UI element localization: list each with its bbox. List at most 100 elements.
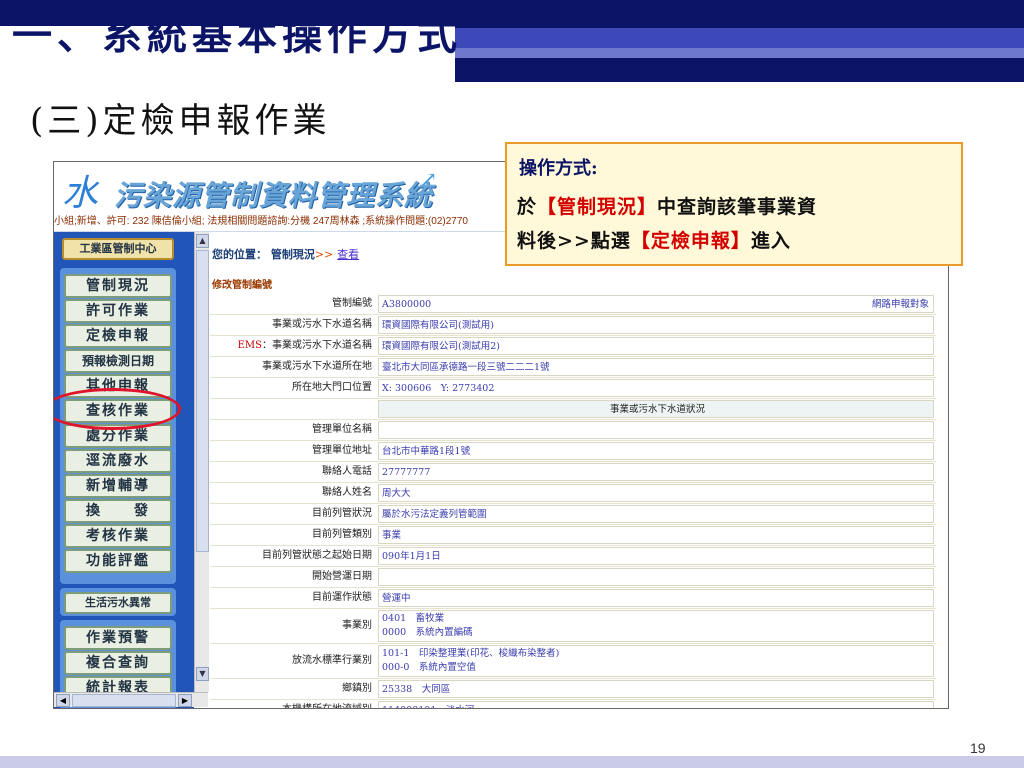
field-label: 目前列管狀態之起始日期 bbox=[262, 550, 372, 561]
field-value: 090年1月1日 bbox=[378, 547, 934, 565]
content-panel: 您的位置： 管制現況>> 查看 修改管制編號 管制編號 A3800000 網路申報… bbox=[210, 232, 948, 708]
callout-heading: 操作方式: bbox=[519, 158, 598, 179]
instruction-callout: 操作方式: 於【管制現況】中查詢該筆事業資 料後>>點選【定檢申報】進入 bbox=[505, 142, 963, 266]
menu-item-function-evaluation[interactable]: 功能評鑑 bbox=[64, 549, 172, 573]
scroll-right-arrow-icon[interactable]: ▶ bbox=[178, 694, 192, 707]
field-label: 開始營運日期 bbox=[312, 571, 372, 582]
menu-item-new-guidance[interactable]: 新增輔導 bbox=[64, 474, 172, 498]
field-label: 事業別 bbox=[342, 620, 372, 631]
field-value: X: 300606 Y: 2773402 bbox=[378, 379, 934, 397]
breadcrumb-separator: >> bbox=[314, 248, 334, 261]
table-row: 事業或污水下水道所在地 臺北市大同區承德路一段三號二二二1號 bbox=[210, 357, 936, 378]
arrow-logo-icon: ↗ bbox=[419, 168, 438, 193]
slide-header-band bbox=[455, 28, 1024, 48]
menu-industrial-zone-center-button[interactable]: 工業區管制中心 bbox=[62, 238, 174, 260]
field-label: 管制編號 bbox=[332, 298, 372, 309]
field-value: 114000101 淡水河 bbox=[378, 701, 934, 708]
field-label: 管理單位地址 bbox=[312, 445, 372, 456]
table-row: 聯絡人電話 27777777 bbox=[210, 462, 936, 483]
table-row: 目前運作狀態 營運中 bbox=[210, 588, 936, 609]
left-menu: 工業區管制中心 管制現況 許可作業 定檢申報 預報檢測日期 其他申報 查核作業 … bbox=[54, 232, 194, 708]
table-row: 放流水標準行業別 101-1 印染整理業(印花、梭織布染整者) 000-0 系統… bbox=[210, 644, 936, 679]
field-label: 目前列管狀況 bbox=[312, 508, 372, 519]
menu-item-runoff-wastewater[interactable]: 逕流廢水 bbox=[64, 449, 172, 473]
menu-item-sewage-anomaly[interactable]: 生活污水異常 bbox=[64, 592, 172, 614]
field-label: 目前運作狀態 bbox=[312, 592, 372, 603]
callout-line-1: 於【管制現況】中查詢該筆事業資 bbox=[517, 196, 818, 218]
breadcrumb-label: 您的位置： bbox=[212, 248, 267, 261]
table-row: 鄉鎮別 25338 大同區 bbox=[210, 679, 936, 700]
menu-item-compound-query[interactable]: 複合查詢 bbox=[64, 651, 172, 675]
menu-item-permit[interactable]: 許可作業 bbox=[64, 299, 172, 323]
table-row: EMS：事業或污水下水道名稱 環資國際有限公司(測試用2) bbox=[210, 336, 936, 357]
table-row: 開始營運日期 bbox=[210, 567, 936, 588]
field-value: 101-1 印染整理業(印花、梭織布染整者) 000-0 系統內置空值 bbox=[378, 645, 934, 677]
menu-item-operation-warning[interactable]: 作業預警 bbox=[64, 626, 172, 650]
table-row: 事業別 0401 畜牧業 0000 系統內置編碼 bbox=[210, 609, 936, 644]
detail-table: 管制編號 A3800000 網路申報對象 事業或污水下水道名稱 環資國際有限公司(… bbox=[210, 294, 936, 708]
scroll-left-arrow-icon[interactable]: ◀ bbox=[56, 694, 70, 707]
field-value: 環資國際有限公司(測試用2) bbox=[378, 337, 934, 355]
section-header-text: 事業或污水下水道狀況 bbox=[378, 400, 934, 418]
field-label: EMS：事業或污水下水道名稱 bbox=[237, 340, 372, 351]
menu-item-forecast-test-date[interactable]: 預報檢測日期 bbox=[64, 349, 172, 373]
slide-number: 19 bbox=[970, 740, 986, 756]
menu-item-control-status[interactable]: 管制現況 bbox=[64, 274, 172, 298]
field-value: 周大大 bbox=[378, 484, 934, 502]
scroll-down-arrow-icon[interactable]: ▼ bbox=[196, 667, 209, 681]
breadcrumb-current: 管制現況 bbox=[270, 248, 315, 261]
scroll-up-arrow-icon[interactable]: ▲ bbox=[196, 234, 209, 248]
table-row: 目前列管類別 事業 bbox=[210, 525, 936, 546]
table-row: 目前列管狀態之起始日期 090年1月1日 bbox=[210, 546, 936, 567]
slide-header-band-light bbox=[455, 48, 1024, 58]
field-value: 台北市中華路1段1號 bbox=[378, 442, 934, 460]
field-value: 環資國際有限公司(測試用) bbox=[378, 316, 934, 334]
table-row: 管理單位地址 台北市中華路1段1號 bbox=[210, 441, 936, 462]
table-row: 事業或污水下水道名稱 環資國際有限公司(測試用) bbox=[210, 315, 936, 336]
field-label: 鄉鎮別 bbox=[342, 683, 372, 694]
field-label bbox=[210, 399, 376, 419]
field-label: 所在地大門口位置 bbox=[292, 382, 372, 393]
field-label: 聯絡人電話 bbox=[322, 466, 372, 477]
slide-subtitle: (三)定檢申報作業 bbox=[30, 101, 331, 141]
field-value: 營運中 bbox=[378, 589, 934, 607]
menu-item-assessment[interactable]: 考核作業 bbox=[64, 524, 172, 548]
table-row: 管制編號 A3800000 網路申報對象 bbox=[210, 294, 936, 315]
field-label: 聯絡人姓名 bbox=[322, 487, 372, 498]
table-row: 所在地大門口位置 X: 300606 Y: 2773402 bbox=[210, 378, 936, 399]
table-row: 本機構所在地流域別 114000101 淡水河 bbox=[210, 700, 936, 708]
field-value: 屬於水污法定義列管範圍 bbox=[378, 505, 934, 523]
table-row: 目前列管狀況 屬於水污法定義列管範圍 bbox=[210, 504, 936, 525]
section-title: 修改管制編號 bbox=[212, 280, 272, 291]
breadcrumb: 您的位置： 管制現況>> 查看 bbox=[212, 246, 359, 262]
horizontal-scrollbar-thumb[interactable] bbox=[72, 694, 176, 707]
field-label: 放流水標準行業別 bbox=[292, 655, 372, 666]
callout-body: 於【管制現況】中查詢該筆事業資 料後>>點選【定檢申報】進入 bbox=[517, 190, 953, 258]
slide-title: 一、系統基本操作方式 bbox=[12, 12, 462, 59]
field-value: 0401 畜牧業 0000 系統內置編碼 bbox=[378, 610, 934, 642]
field-value: 27777777 bbox=[378, 463, 934, 481]
field-label: 事業或污水下水道所在地 bbox=[262, 361, 372, 372]
field-value: 25338 大同區 bbox=[378, 680, 934, 698]
field-label: 管理單位名稱 bbox=[312, 424, 372, 435]
field-value: 臺北市大同區承德路一段三號二二二1號 bbox=[378, 358, 934, 376]
system-logo-text: 污染源管制資料管理系統 bbox=[114, 179, 434, 212]
breadcrumb-link-view[interactable]: 查看 bbox=[337, 248, 359, 261]
menu-item-renewal[interactable]: 換 發 bbox=[64, 499, 172, 523]
field-value: A3800000 網路申報對象 bbox=[378, 295, 934, 313]
water-logo-icon: 水 bbox=[62, 173, 99, 214]
field-value bbox=[378, 568, 934, 586]
table-row: 聯絡人姓名 周大大 bbox=[210, 483, 936, 504]
scrollbar-thumb[interactable] bbox=[196, 250, 209, 552]
online-report-target-link[interactable]: 網路申報對象 bbox=[872, 296, 929, 312]
table-row: 管理單位名稱 bbox=[210, 420, 936, 441]
field-label: 目前列管類別 bbox=[312, 529, 372, 540]
table-section-header: 事業或污水下水道狀況 bbox=[210, 399, 936, 420]
menu-item-periodic-report[interactable]: 定檢申報 bbox=[64, 324, 172, 348]
field-label: 事業或污水下水道名稱 bbox=[272, 319, 372, 330]
field-label: 本機構所在地流域別 bbox=[210, 700, 376, 708]
field-value: 事業 bbox=[378, 526, 934, 544]
field-value bbox=[378, 421, 934, 439]
slide-footer-band bbox=[0, 756, 1024, 768]
callout-line-2: 料後>>點選【定檢申報】進入 bbox=[517, 230, 791, 252]
